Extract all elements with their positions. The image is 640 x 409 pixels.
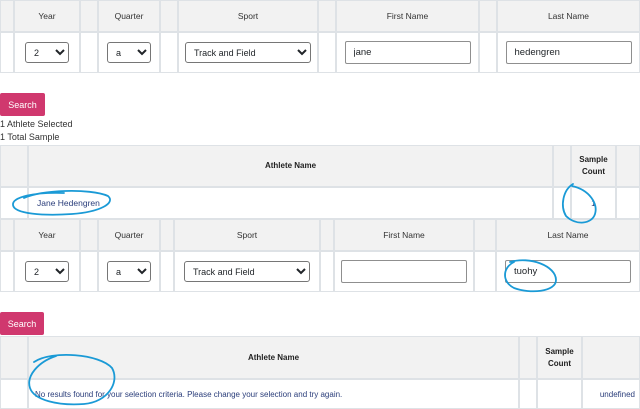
quarter-header: Quarter — [98, 219, 160, 251]
sport-select[interactable]: Track and Field — [185, 42, 311, 63]
first-name-header: First Name — [336, 0, 479, 32]
undefined-cell-text: undefined — [599, 389, 635, 399]
year-header: Year — [14, 219, 80, 251]
quarter-select[interactable]: a — [107, 42, 151, 63]
year-header: Year — [14, 0, 80, 32]
last-name-header: Last Name — [496, 219, 640, 251]
filter-header-row-2: Year Quarter Sport First Name Last Name — [0, 219, 640, 251]
athlete-name-header: Athlete Name — [28, 336, 519, 379]
search-button[interactable]: Search — [0, 312, 44, 335]
year-select[interactable]: 2 — [25, 42, 69, 63]
last-name-input[interactable] — [505, 260, 631, 283]
filter-input-row-1: 2 a Track and Field — [0, 32, 640, 73]
sample-count-header: Sample Count — [571, 145, 616, 187]
filter-input-row-2: 2 a Track and Field — [0, 251, 640, 292]
first-name-input[interactable] — [341, 260, 467, 283]
sport-select[interactable]: Track and Field — [184, 261, 310, 282]
results-header-row-2: Athlete Name Sample Count — [0, 336, 640, 379]
last-name-input[interactable] — [505, 41, 632, 64]
result-row-1: Jane Hedengren 1 — [0, 187, 640, 219]
athlete-name-header: Athlete Name — [28, 145, 553, 187]
sample-count-header: Sample Count — [537, 336, 582, 379]
first-name-input[interactable] — [344, 41, 471, 64]
last-name-header: Last Name — [497, 0, 640, 32]
no-results-message: No results found for your selection crit… — [35, 389, 343, 399]
total-sample-text: 1 Total Sample — [0, 132, 60, 142]
first-name-header: First Name — [334, 219, 474, 251]
filter-header-row-1: Year Quarter Sport First Name Last Name — [0, 0, 640, 32]
results-header-row-1: Athlete Name Sample Count — [0, 145, 640, 187]
athletes-selected-text: 1 Athlete Selected — [0, 119, 73, 129]
sport-header: Sport — [178, 0, 318, 32]
quarter-select[interactable]: a — [107, 261, 151, 282]
no-results-row: No results found for your selection crit… — [0, 379, 640, 409]
sport-header: Sport — [174, 219, 320, 251]
sample-count-value[interactable]: 1 — [591, 198, 596, 208]
year-select[interactable]: 2 — [25, 261, 69, 282]
athlete-link[interactable]: Jane Hedengren — [37, 198, 100, 208]
search-button[interactable]: Search — [0, 93, 45, 116]
quarter-header: Quarter — [98, 0, 160, 32]
